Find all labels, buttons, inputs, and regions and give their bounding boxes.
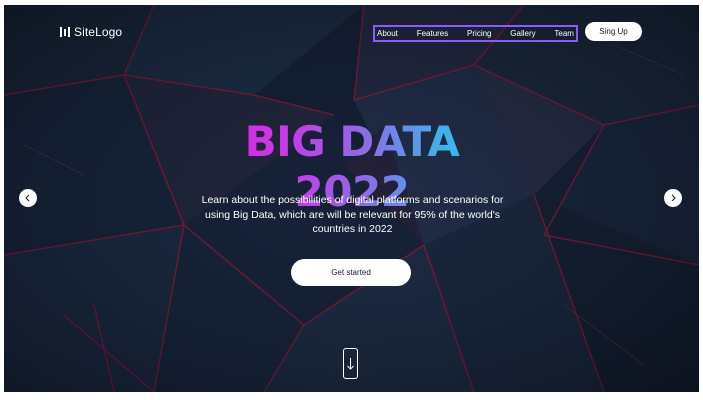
prev-slide-button[interactable]: [19, 189, 37, 207]
nav-item-gallery[interactable]: Gallery: [510, 27, 535, 40]
logo-text: SiteLogo: [74, 25, 123, 39]
hero-description: Learn about the possibilities of digital…: [201, 194, 504, 235]
chevron-right-icon: [671, 194, 676, 202]
main-nav: About Features Pricing Gallery Team: [373, 25, 578, 42]
site-logo[interactable]: SiteLogo: [60, 25, 122, 39]
hero-title-wrap: BIG DATA 2022: [187, 117, 517, 216]
hero-section: SiteLogo About Features Pricing Gallery …: [4, 5, 699, 392]
get-started-button[interactable]: Get started: [291, 259, 411, 286]
logo-bars-icon: [60, 27, 70, 37]
scroll-down-button[interactable]: [343, 348, 358, 379]
nav-item-about[interactable]: About: [377, 27, 398, 40]
nav-item-team[interactable]: Team: [554, 27, 574, 40]
chevron-left-icon: [25, 194, 30, 202]
nav-item-features[interactable]: Features: [417, 27, 449, 40]
next-slide-button[interactable]: [664, 189, 682, 207]
signup-button[interactable]: Sing Up: [585, 22, 642, 41]
arrow-down-icon: [347, 357, 354, 370]
nav-item-pricing[interactable]: Pricing: [467, 27, 491, 40]
